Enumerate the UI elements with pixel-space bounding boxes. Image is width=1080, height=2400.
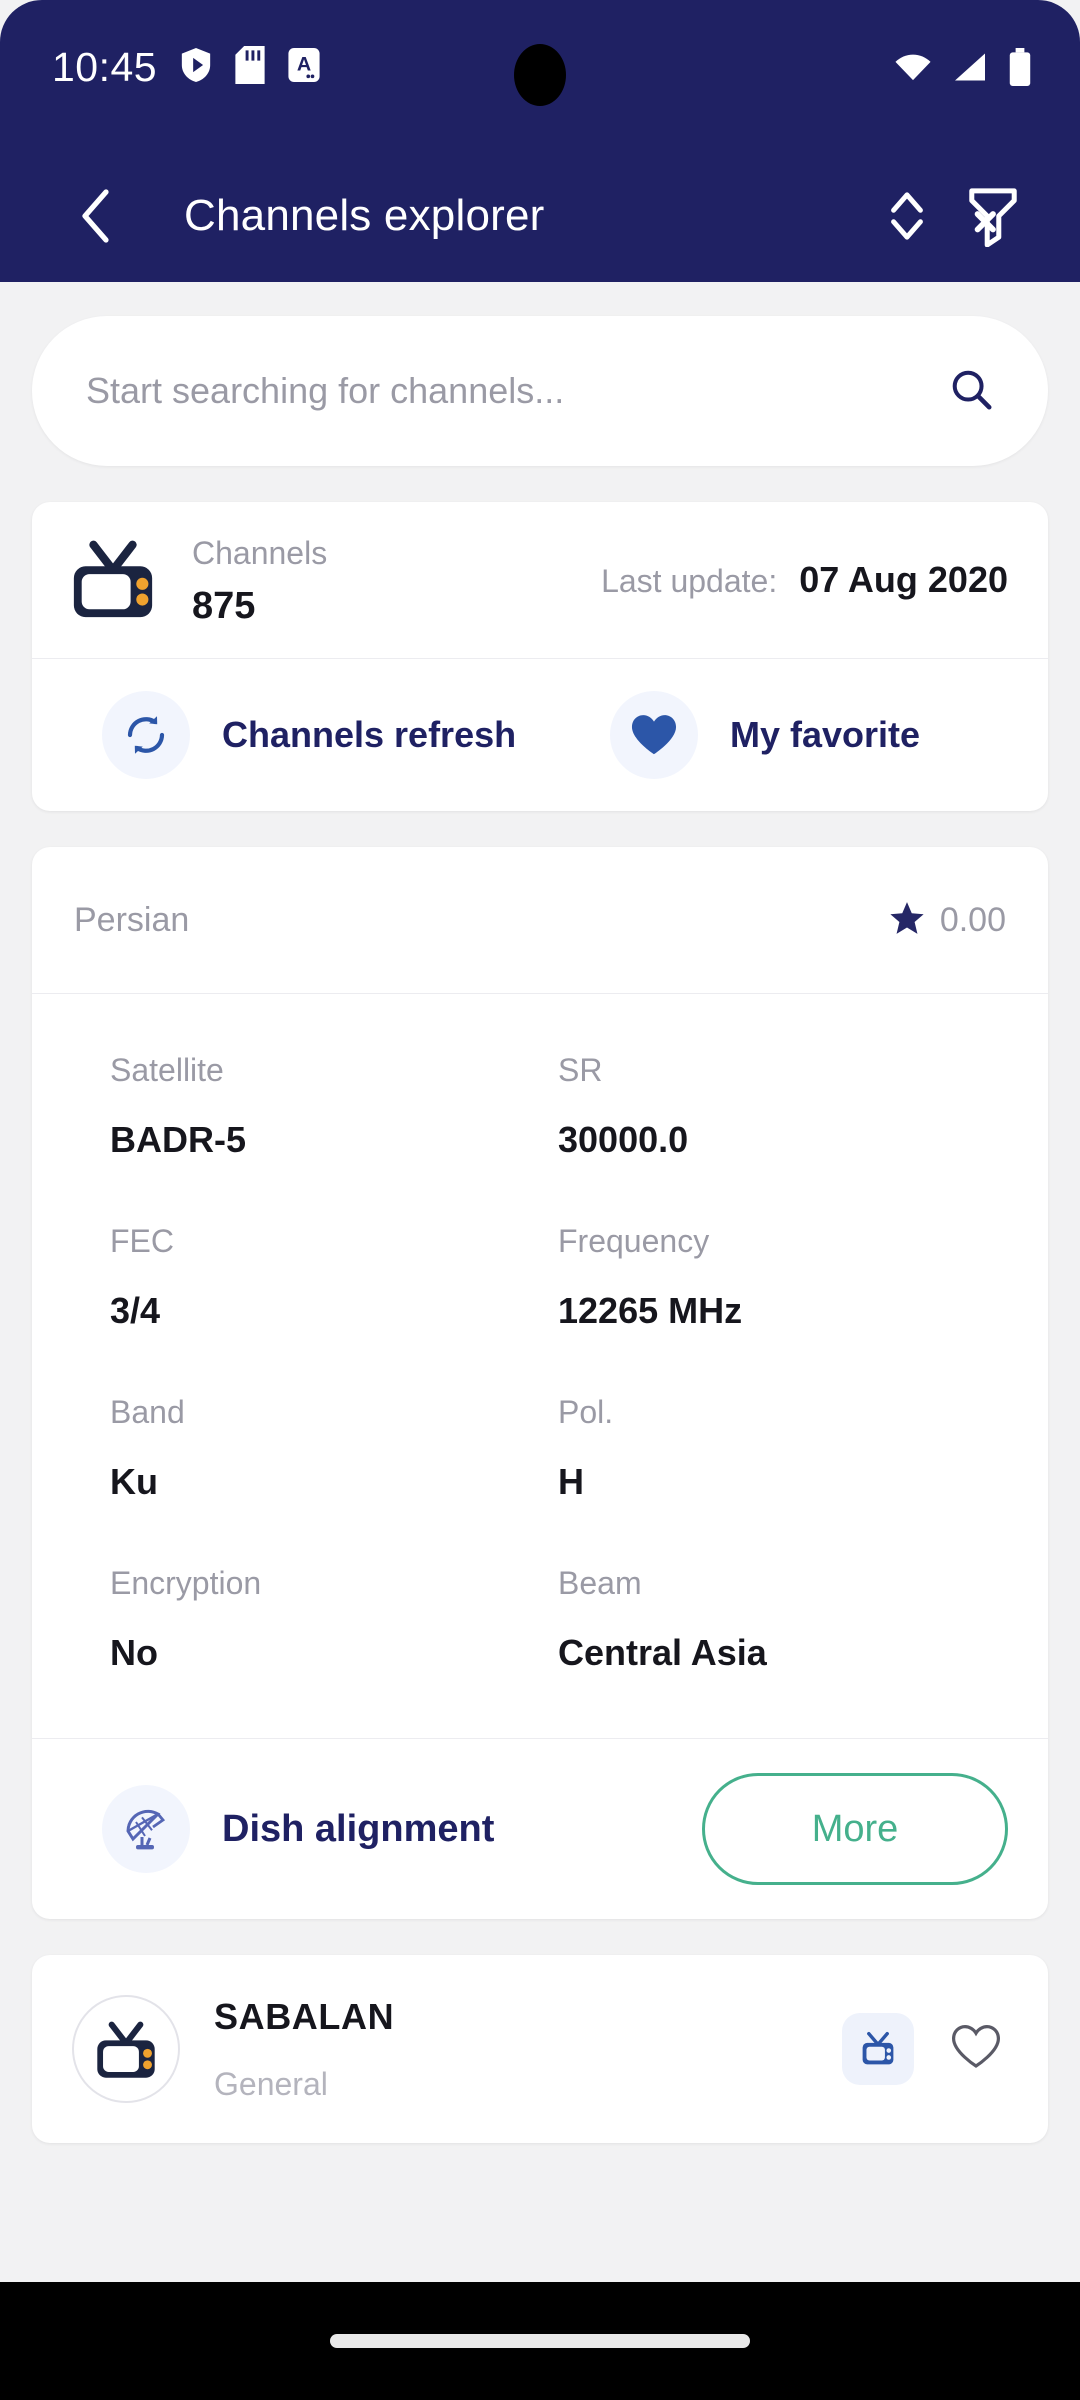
content-scroll-area[interactable]: Channels 875 Last update: 07 Aug 2020 — [0, 282, 1080, 2282]
channels-label: Channels — [192, 535, 328, 571]
channel-genre: General — [214, 2065, 328, 2102]
detail-value: Ku — [110, 1461, 158, 1503]
status-bar-left: 10:45 A — [52, 44, 321, 91]
page-title: Channels explorer — [184, 191, 545, 240]
sd-card-icon — [235, 46, 265, 89]
transponder-language: Persian — [74, 900, 190, 939]
detail-label: Pol. — [558, 1394, 614, 1431]
last-update-value: 07 Aug 2020 — [799, 559, 1008, 601]
svg-text:A: A — [297, 54, 311, 76]
system-navigation-bar — [0, 2282, 1080, 2400]
star-icon — [888, 899, 926, 942]
detail-label: Frequency — [558, 1223, 710, 1260]
gesture-pill[interactable] — [330, 2334, 750, 2348]
dish-alignment-label: Dish alignment — [222, 1807, 495, 1850]
tv-icon — [68, 536, 158, 625]
transponder-card: Persian 0.00 Satellite BADR-5 SR 30000.0 — [32, 847, 1048, 1920]
sort-updown-icon[interactable] — [864, 173, 950, 259]
channels-refresh-button[interactable]: Channels refresh — [32, 691, 540, 780]
detail-label: Beam — [558, 1565, 642, 1602]
channels-summary-texts: Channels 875 — [192, 532, 327, 628]
status-time: 10:45 — [52, 44, 158, 90]
detail-value: 12265 MHz — [558, 1290, 743, 1332]
detail-label: Encryption — [110, 1565, 262, 1602]
tv-small-icon[interactable] — [842, 2013, 914, 2086]
detail-cell-satellite: Satellite BADR-5 — [110, 1052, 558, 1223]
channel-name: SABALAN — [214, 1995, 395, 2037]
back-button[interactable] — [52, 173, 138, 259]
avatar — [72, 1995, 180, 2104]
detail-cell-pol: Pol. H — [558, 1394, 1006, 1565]
my-favorite-button[interactable]: My favorite — [540, 691, 1048, 780]
transponder-detail-grid: Satellite BADR-5 SR 30000.0 FEC 3/4 Freq… — [32, 994, 1048, 1738]
dish-alignment-row: Dish alignment More — [32, 1739, 1048, 1919]
channel-actions — [842, 2013, 1002, 2086]
detail-label: FEC — [110, 1223, 174, 1260]
heart-filled-icon — [610, 691, 698, 780]
channels-summary-row: Channels 875 Last update: 07 Aug 2020 — [32, 502, 1048, 658]
channel-card: SABALAN General — [32, 1955, 1048, 2144]
transponder-header: Persian 0.00 — [32, 847, 1048, 993]
detail-value: BADR-5 — [110, 1119, 247, 1161]
phone-screen: 10:45 A Channels explorer Start searchin… — [0, 0, 1080, 2400]
channels-count: 875 — [192, 585, 256, 628]
search-input[interactable] — [86, 370, 948, 412]
detail-cell-fec: FEC 3/4 — [110, 1223, 558, 1394]
summary-actions-row: Channels refresh My favorite — [32, 659, 1048, 811]
search-bar[interactable] — [32, 316, 1048, 466]
detail-cell-frequency: Frequency 12265 MHz — [558, 1223, 1006, 1394]
search-icon[interactable] — [948, 366, 994, 417]
detail-label: SR — [558, 1052, 603, 1089]
detail-value: H — [558, 1461, 584, 1503]
heart-outline-icon[interactable] — [950, 2023, 1002, 2076]
detail-cell-band: Band Ku — [110, 1394, 558, 1565]
channels-refresh-label: Channels refresh — [222, 714, 517, 756]
app-bar: Channels explorer — [0, 150, 1080, 282]
more-button[interactable]: More — [702, 1773, 1008, 1886]
last-update-group: Last update: 07 Aug 2020 — [601, 559, 1008, 601]
filter-remove-icon[interactable] — [950, 173, 1036, 259]
detail-cell-sr: SR 30000.0 — [558, 1052, 1006, 1223]
camera-punch-hole — [514, 44, 566, 106]
channel-texts: SABALAN General — [214, 1996, 394, 2103]
status-bar-right — [894, 48, 1032, 91]
detail-value: No — [110, 1632, 158, 1674]
summary-card: Channels 875 Last update: 07 Aug 2020 Ch… — [32, 502, 1048, 812]
detail-value: 3/4 — [110, 1290, 161, 1332]
my-favorite-label: My favorite — [730, 714, 921, 756]
detail-value: Central Asia — [558, 1632, 767, 1674]
detail-label: Band — [110, 1394, 185, 1431]
satellite-dish-icon[interactable] — [102, 1785, 190, 1874]
last-update-label: Last update: — [601, 563, 778, 600]
detail-cell-encryption: Encryption No — [110, 1565, 558, 1674]
refresh-icon — [102, 691, 190, 780]
rating-value: 0.00 — [939, 900, 1006, 939]
detail-value: 30000.0 — [558, 1119, 689, 1161]
battery-full-icon — [1008, 48, 1032, 91]
status-bar: 10:45 A — [0, 0, 1080, 150]
list-item[interactable]: SABALAN General — [32, 1955, 1048, 2143]
letter-a-icon: A — [287, 46, 321, 89]
detail-label: Satellite — [110, 1052, 224, 1089]
cellular-signal-icon — [952, 50, 988, 89]
play-shield-icon — [179, 46, 213, 89]
detail-cell-beam: Beam Central Asia — [558, 1565, 1006, 1674]
wifi-icon — [894, 50, 932, 89]
rating-group: 0.00 — [888, 899, 1006, 942]
